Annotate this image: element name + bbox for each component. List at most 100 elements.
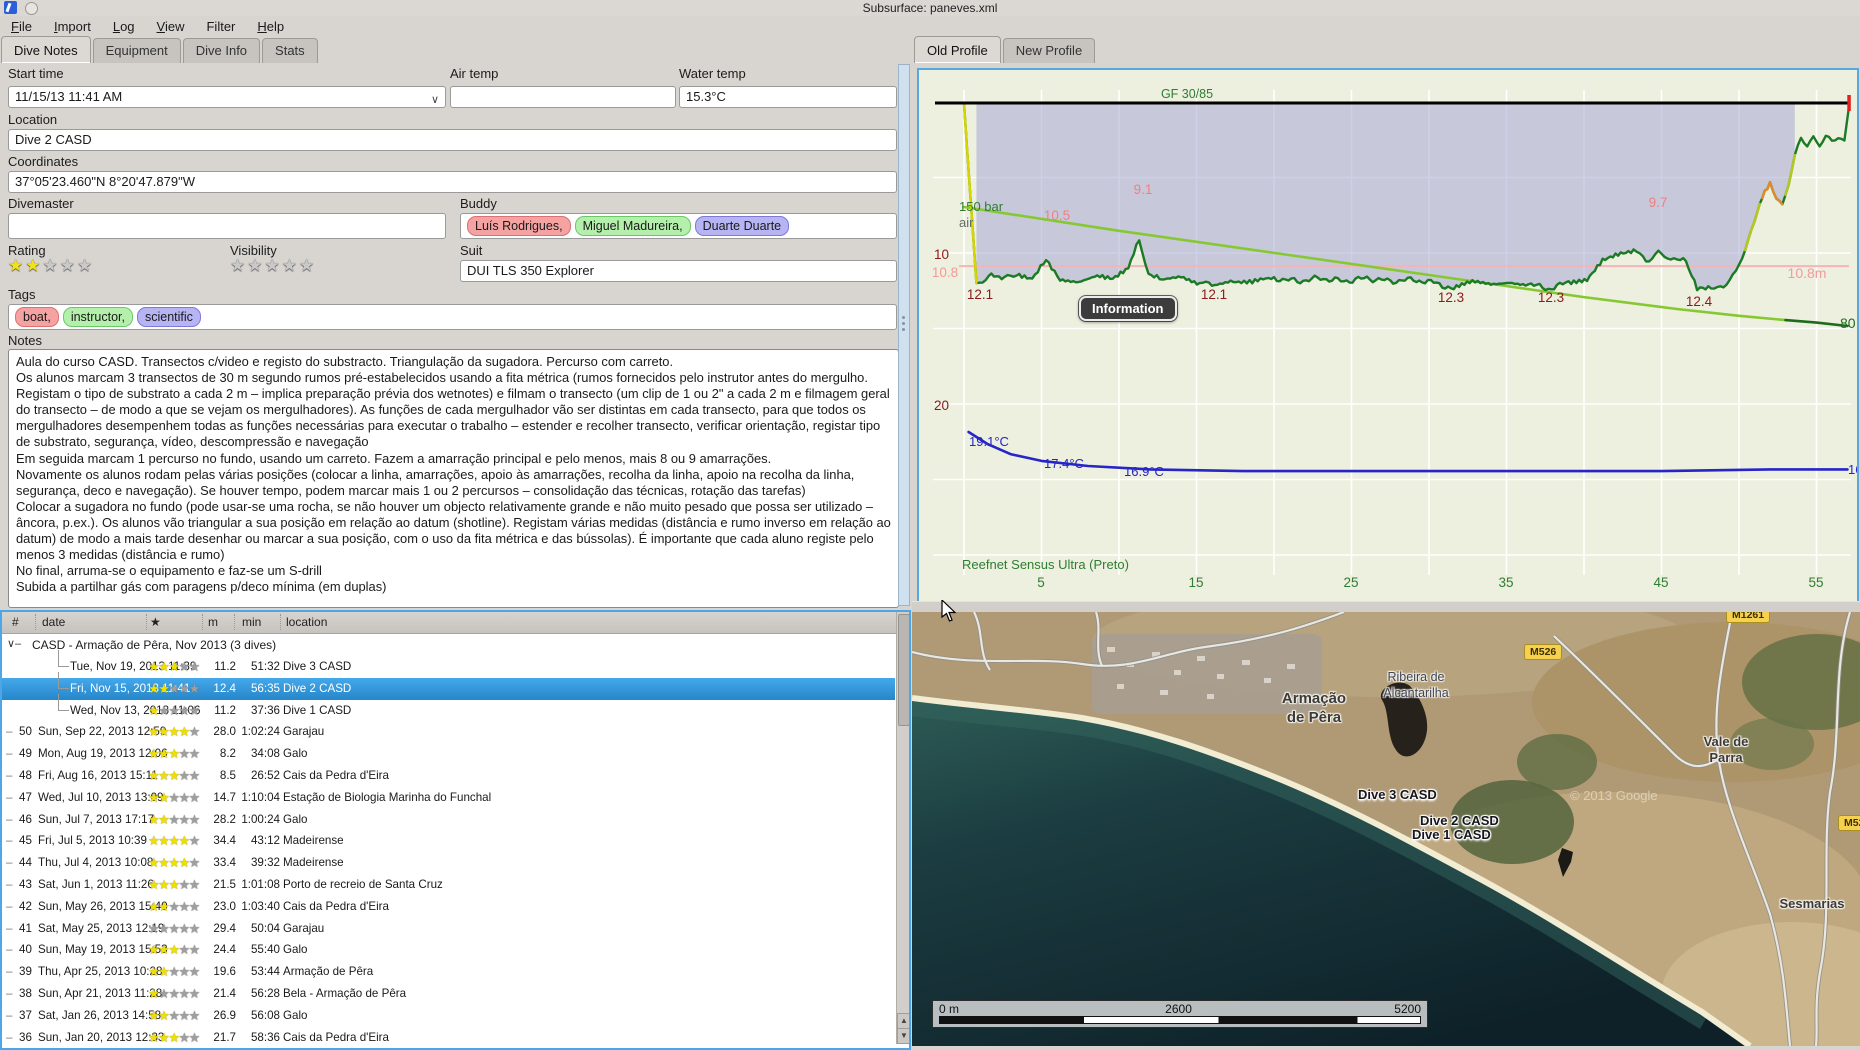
dive-row[interactable]: Tue, Nov 19, 2013 11:39 ★★★★★ 11.2 51:32 Div… — [2, 650, 895, 678]
form-scrollbar[interactable] — [898, 64, 910, 606]
menu-import[interactable]: Import — [43, 17, 102, 36]
dive-date: Sun, Jan 20, 2013 12:33 — [38, 1030, 165, 1044]
dive-row[interactable]: Fri, Nov 15, 2013 11:41 ★★★★★ 12.4 56:35 Div… — [2, 671, 895, 700]
collapse-caret-icon[interactable]: ∨– — [7, 637, 21, 650]
star-icon[interactable]: ★ — [230, 256, 247, 275]
star-icon[interactable]: ★ — [282, 256, 299, 275]
column-header-min[interactable]: min — [242, 615, 261, 629]
dive-row[interactable]: –37 Sat, Jan 26, 2013 14:58 ★★★★★ 26.9 56:08… — [2, 1004, 895, 1027]
dive-row[interactable]: –42 Sun, May 26, 2013 15:40 ★★★★★ 23.0 1:03:… — [2, 895, 895, 918]
dive-row[interactable]: –49 Mon, Aug 19, 2013 12:06 ★★★★★ 8.2 34:08 G… — [2, 743, 895, 765]
title-bar[interactable]: Subsurface: paneves.xml — [0, 0, 1860, 16]
menu-help[interactable]: Help — [246, 17, 295, 36]
column-header-m[interactable]: m — [208, 615, 218, 629]
dive-site-marker-label[interactable]: Dive 3 CASD — [1358, 787, 1437, 802]
star-icon[interactable]: ★ — [60, 256, 77, 275]
dive-row[interactable]: –41 Sat, May 25, 2013 12:19 ★★★★★ 29.4 50:04… — [2, 917, 895, 940]
dive-date: Sat, Jan 26, 2013 14:58 — [38, 1008, 162, 1022]
dive-row[interactable]: Wed, Nov 13, 2013 11:06 ★★★★★ 11.2 37:36 Div… — [2, 693, 895, 722]
tab-old-profile[interactable]: Old Profile — [914, 36, 1001, 63]
dive-row[interactable]: –47 Wed, Jul 10, 2013 13:09 ★★★★★ 14.7 1:10:… — [2, 786, 895, 809]
star-icon[interactable]: ★ — [43, 256, 60, 275]
dive-row[interactable]: –38 Sun, Apr 21, 2013 11:28 ★★★★★ 21.4 56:28… — [2, 983, 895, 1005]
tab-dive-info[interactable]: Dive Info — [182, 38, 261, 63]
column-separator[interactable] — [234, 614, 235, 630]
information-tooltip[interactable]: Information — [1079, 296, 1177, 321]
column-separator[interactable] — [280, 614, 281, 630]
dive-site-marker-label[interactable]: Dive 1 CASD — [1412, 827, 1491, 842]
visibility-stars[interactable]: ★★★★★ — [230, 256, 316, 276]
column-separator[interactable] — [35, 614, 36, 630]
column-header-num[interactable]: # — [12, 615, 19, 629]
map-place-label: Armação de Pêra — [1281, 690, 1347, 726]
dive-depth: 26.9 — [213, 1008, 236, 1022]
notes-textarea[interactable]: Aula do curso CASD. Transectos c/video e… — [8, 349, 899, 608]
start-time-label: Start time — [8, 66, 64, 81]
svg-text:9.1: 9.1 — [1134, 182, 1153, 197]
column-separator[interactable] — [202, 614, 203, 630]
rating-stars[interactable]: ★★★★★ — [8, 256, 94, 276]
star-icon[interactable]: ★ — [25, 256, 42, 275]
tab-equipment[interactable]: Equipment — [92, 38, 181, 63]
dive-depth: 19.6 — [213, 965, 236, 979]
star-icon[interactable]: ★ — [77, 256, 94, 275]
dive-row[interactable]: –40 Sun, May 19, 2013 15:53 ★★★★★ 24.4 55:40… — [2, 939, 895, 962]
tab-stats[interactable]: Stats — [262, 38, 318, 63]
water-temp-field[interactable]: 15.3°C — [679, 86, 897, 108]
dive-duration: 34:08 — [250, 747, 280, 761]
coordinates-field[interactable]: 37°05'23.460"N 8°20'47.879"W — [8, 171, 897, 193]
dive-depth: 24.4 — [213, 943, 236, 957]
trip-row[interactable]: ∨– CASD - Armação de Pêra, Nov 2013 (3 d… — [2, 634, 895, 656]
tab-dive-notes[interactable]: Dive Notes — [1, 36, 91, 63]
svg-text:45: 45 — [1653, 575, 1668, 590]
scroll-down-button[interactable]: ▼ — [897, 1028, 909, 1044]
location-field[interactable]: Dive 2 CASD — [8, 129, 897, 151]
dive-depth: 28.0 — [213, 725, 236, 739]
dive-duration: 58:36 — [250, 1030, 280, 1044]
column-header-date[interactable]: date — [42, 615, 65, 629]
tags-field[interactable]: boat, instructor, scientific — [8, 304, 897, 330]
dive-row[interactable]: –36 Sun, Jan 20, 2013 12:33 ★★★★★ 21.7 58:36… — [2, 1026, 895, 1048]
dive-site-marker-label[interactable]: Dive 2 CASD — [1420, 813, 1499, 828]
dive-number: 42 — [19, 899, 32, 913]
air-temp-field[interactable] — [450, 86, 676, 108]
map-scale-bar: 0 m 2600 5200 — [932, 1000, 1428, 1028]
dive-location: Garajau — [283, 921, 325, 935]
dive-depth: 21.4 — [213, 987, 236, 1000]
menu-filter[interactable]: Filter — [195, 17, 246, 36]
tree-stub: – — [6, 921, 13, 935]
tree-stub: – — [6, 725, 13, 739]
column-separator[interactable] — [146, 614, 147, 630]
svg-text:25: 25 — [1343, 575, 1358, 590]
star-icon[interactable]: ★ — [247, 256, 264, 275]
suit-field[interactable]: DUI TLS 350 Explorer — [460, 260, 897, 282]
menu-log[interactable]: Log — [102, 17, 146, 36]
dive-site-map[interactable]: Armação de Pêra Ribeira de Alcantarilha Va… — [912, 612, 1860, 1046]
star-icon[interactable]: ★ — [265, 256, 282, 275]
dive-row[interactable]: –48 Fri, Aug 16, 2013 15:11 ★★★★★ 8.5 26:52 C… — [2, 765, 895, 787]
tab-new-profile[interactable]: New Profile — [1002, 38, 1096, 63]
buddy-field[interactable]: Luís Rodrigues, Miguel Madureira, Duarte D… — [460, 213, 897, 239]
dive-row[interactable]: –44 Thu, Jul 4, 2013 10:08 ★★★★★ 33.4 39:32 M… — [2, 852, 895, 874]
dive-row[interactable]: –43 Sat, Jun 1, 2013 11:26 ★★★★★ 21.5 1:01:0… — [2, 874, 895, 896]
dive-list-scrollbar[interactable]: ▲ ▼ — [896, 612, 909, 1044]
column-header-location[interactable]: location — [286, 615, 327, 629]
row-stars: ★★★★★ — [148, 768, 200, 783]
menu-view[interactable]: View — [146, 17, 196, 36]
right-tab-bar: Old Profile New Profile — [914, 36, 1097, 63]
start-time-combobox[interactable]: 11/15/13 11:41 AM ∨ — [8, 86, 446, 108]
divemaster-field[interactable] — [8, 213, 446, 239]
menu-file[interactable]: File — [0, 17, 43, 36]
dive-row[interactable]: –46 Sun, Jul 7, 2013 17:17 ★★★★★ 28.2 1:00:2… — [2, 808, 895, 831]
dive-profile-chart[interactable]: 10.8 10.8m GF 30/85 150 bar air 80 10 20 5 15 25 35… — [917, 68, 1859, 605]
scrollbar-handle[interactable] — [898, 614, 909, 726]
star-icon[interactable]: ★ — [8, 256, 25, 275]
column-header-stars[interactable]: ★ — [150, 615, 161, 629]
star-icon[interactable]: ★ — [299, 256, 316, 275]
dive-row[interactable]: –50 Sun, Sep 22, 2013 12:59 ★★★★★ 28.0 1:02:… — [2, 721, 895, 744]
dive-row[interactable]: –45 Fri, Jul 5, 2013 10:39 ★★★★★ 34.4 43:12 M… — [2, 830, 895, 853]
svg-text:35: 35 — [1498, 575, 1513, 590]
svg-text:20: 20 — [934, 398, 949, 413]
scroll-up-button[interactable]: ▲ — [897, 1013, 909, 1029]
dive-row[interactable]: –39 Thu, Apr 25, 2013 10:28 ★★★★★ 19.6 53:44… — [2, 961, 895, 983]
